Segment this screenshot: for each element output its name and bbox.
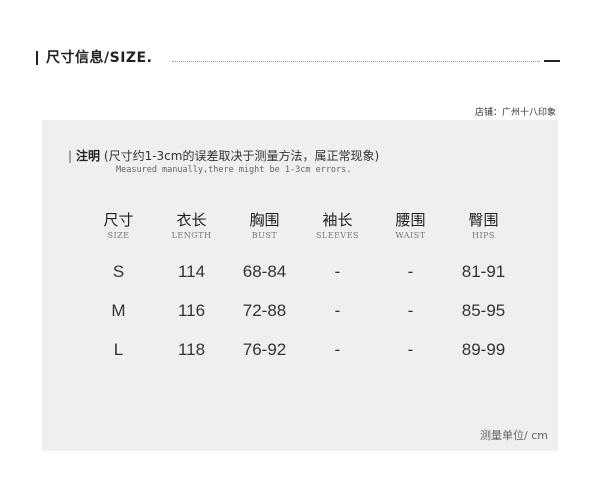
table-cell: 72-88 — [242, 300, 287, 320]
column-header: 尺寸 SIZE — [103, 211, 134, 240]
table-cell: 114 — [177, 261, 206, 281]
table-header-row: 尺寸 SIZE 衣长 LENGTH 胸围 BUST 袖长 SLEEVES 腰围 WAIST… — [82, 210, 520, 252]
table-cell: - — [407, 261, 414, 281]
header-end-dash — [544, 60, 560, 62]
table-cell: - — [407, 339, 414, 359]
note-text: (尺寸约1-3cm的误差取决于测量方法，属正常现象) — [103, 149, 380, 163]
table-cell: S — [112, 261, 125, 281]
section-title: 尺寸信息/SIZE. — [46, 50, 153, 66]
table-cell: - — [334, 300, 341, 320]
measurement-unit: 测量单位/ cm — [480, 429, 548, 442]
note-bar: | — [68, 149, 73, 163]
size-panel: | 注明 (尺寸约1-3cm的误差取决于测量方法，属正常现象) Measured … — [42, 120, 558, 451]
measurement-note: | 注明 (尺寸约1-3cm的误差取决于测量方法，属正常现象) Measured … — [68, 148, 379, 176]
table-row: L 118 76-92 - - 89-99 — [82, 330, 520, 369]
table-cell: 89-99 — [461, 339, 506, 359]
table-row: S 114 68-84 - - 81-91 — [82, 252, 520, 291]
table-cell: - — [407, 300, 414, 320]
table-cell: 68-84 — [242, 261, 287, 281]
column-header: 胸围 BUST — [249, 211, 280, 240]
size-table: 尺寸 SIZE 衣长 LENGTH 胸围 BUST 袖长 SLEEVES 腰围 WAIST… — [82, 210, 520, 369]
table-row: M 116 72-88 - - 85-95 — [82, 291, 520, 330]
note-label: 注明 — [76, 149, 101, 163]
header-dotted-rule — [172, 61, 540, 62]
table-cell: M — [111, 300, 126, 320]
column-header: 臀围 HIPS — [468, 211, 499, 240]
note-english: Measured manually,there might be 1-3cm e… — [116, 165, 352, 175]
header-accent-bar — [36, 51, 38, 65]
column-header: 腰围 WAIST — [395, 211, 426, 240]
table-cell: 116 — [177, 300, 206, 320]
section-header: 尺寸信息/SIZE. — [36, 48, 560, 68]
table-cell: - — [334, 261, 341, 281]
table-cell: L — [113, 339, 124, 359]
table-cell: 76-92 — [242, 339, 287, 359]
column-header: 衣长 LENGTH — [171, 211, 212, 240]
column-header: 袖长 SLEEVES — [315, 211, 360, 240]
table-cell: 81-91 — [461, 261, 506, 281]
table-cell: 85-95 — [461, 300, 506, 320]
shop-name: 店铺：广州十八印象 — [474, 108, 556, 118]
table-cell: - — [334, 339, 341, 359]
table-cell: 118 — [177, 339, 206, 359]
